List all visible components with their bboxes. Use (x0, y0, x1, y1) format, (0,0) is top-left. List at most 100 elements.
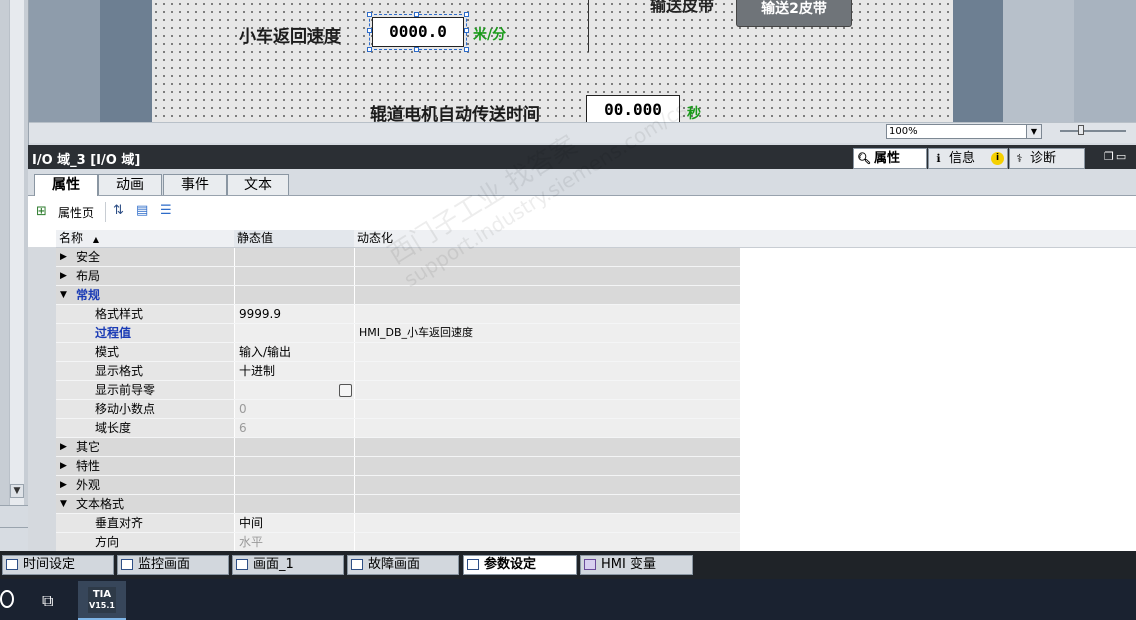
chevron-down-icon[interactable]: ▼ (10, 484, 24, 498)
property-row-format-pattern[interactable]: 格式样式 9999.9 (56, 305, 740, 324)
property-dynamization[interactable] (354, 362, 740, 380)
property-dynamization[interactable] (354, 343, 740, 361)
zoom-slider-track[interactable] (1060, 130, 1126, 132)
property-dynamization[interactable]: HMI_DB_小车返回速度 (354, 324, 740, 342)
column-header-name[interactable]: 名称 ▲ (56, 230, 234, 247)
tab-label: 诊断 (1030, 151, 1057, 166)
screen-icon (351, 559, 363, 570)
tab-diagnostics[interactable]: ⚕ 诊断 (1009, 148, 1085, 169)
zoom-select[interactable]: 100% ▼ (886, 124, 1042, 139)
left-scrollbar[interactable]: ▼ (9, 0, 24, 505)
property-row-vertical-alignment[interactable]: 垂直对齐 中间 (56, 514, 740, 533)
property-row-shift-decimal[interactable]: 移动小数点 0 (56, 400, 740, 419)
screen-tab-monitoring[interactable]: 监控画面 (117, 555, 229, 575)
sort-icon[interactable]: ⇅ (113, 203, 124, 218)
screen-tab-label: 故障画面 (368, 557, 421, 572)
roller-motor-time-io-field[interactable]: 00.000 (586, 95, 680, 124)
column-header-static-value[interactable]: 静态值 (234, 230, 354, 247)
screen-tab-fault[interactable]: 故障画面 (347, 555, 459, 575)
expand-all-icon[interactable]: ☰ (160, 203, 172, 218)
tab-label: 信息 (949, 151, 976, 166)
property-dynamization[interactable] (354, 533, 740, 551)
property-dynamization[interactable] (354, 400, 740, 418)
property-name: 常规 (76, 288, 101, 302)
subtab-animation[interactable]: 动画 (98, 174, 162, 195)
property-dynamization[interactable] (354, 305, 740, 323)
window-controls-icon[interactable]: ❐▭ (1104, 150, 1128, 163)
subtab-texts[interactable]: 文本 (227, 174, 289, 195)
property-value[interactable] (234, 324, 354, 342)
screen-tab-label: 监控画面 (138, 557, 191, 572)
screen-tab-label: 参数设定 (484, 557, 537, 572)
screen-tab-time-setting[interactable]: 时间设定 (2, 555, 114, 575)
expand-arrow-icon[interactable]: ▶ (60, 438, 67, 456)
property-name: 其它 (76, 440, 101, 454)
property-value[interactable]: 十进制 (234, 362, 354, 380)
inspector-title: I/O 域_3 [I/O 域] (32, 153, 141, 168)
property-name: 方向 (95, 535, 120, 549)
screen-tab-label: HMI 变量 (601, 557, 656, 572)
chevron-down-icon[interactable]: ▼ (1026, 125, 1041, 138)
toolbar-separator (105, 202, 106, 222)
property-dynamization[interactable] (354, 419, 740, 437)
expand-arrow-icon[interactable]: ▶ (60, 476, 67, 494)
subtab-events[interactable]: 事件 (163, 174, 227, 195)
search-icon[interactable] (0, 590, 14, 608)
property-row-field-length[interactable]: 域长度 6 (56, 419, 740, 438)
leading-zeros-checkbox[interactable] (339, 384, 352, 397)
property-name: 特性 (76, 459, 101, 473)
property-row-layout[interactable]: ▶ 布局 (56, 267, 740, 286)
property-page-label[interactable]: 属性页 (58, 204, 94, 221)
tab-properties[interactable]: 🔍︎ 属性 (853, 148, 927, 169)
property-name: 显示格式 (95, 364, 144, 378)
property-row-appearance[interactable]: ▶ 外观 (56, 476, 740, 495)
property-name: 布局 (76, 269, 101, 283)
property-value: 0 (234, 400, 354, 418)
property-name: 格式样式 (95, 307, 144, 321)
column-header-dynamization[interactable]: 动态化 (354, 230, 740, 247)
property-name: 模式 (95, 345, 120, 359)
screen-tab-screen-1[interactable]: 画面_1 (232, 555, 344, 575)
zoom-slider-thumb[interactable] (1078, 125, 1084, 135)
cart-return-speed-io-field[interactable]: 0000.0 (372, 17, 464, 47)
property-row-miscellaneous[interactable]: ▶ 其它 (56, 438, 740, 457)
collapse-all-icon[interactable]: ▤ (136, 203, 148, 218)
column-header-label: 名称 (59, 231, 84, 245)
property-value[interactable]: 输入/输出 (234, 343, 354, 361)
property-row-orientation[interactable]: 方向 水平 (56, 533, 740, 551)
property-row-properties[interactable]: ▶ 特性 (56, 457, 740, 476)
property-row-general[interactable]: ▼ 常规 (56, 286, 740, 305)
tia-portal-taskbar-button[interactable]: TIA V15.1 (78, 581, 126, 620)
collapse-arrow-icon[interactable]: ▼ (60, 495, 67, 513)
property-name: 过程值 (95, 326, 132, 340)
sort-ascending-icon: ▲ (92, 235, 99, 244)
conveyor-belt-label-partial: 输送皮带 (650, 0, 715, 15)
property-dynamization[interactable] (354, 514, 740, 532)
tab-info[interactable]: ℹ 信息 i (928, 148, 1008, 169)
property-value[interactable]: 9999.9 (234, 305, 354, 323)
editor-margin-right (953, 0, 1003, 122)
property-row-security[interactable]: ▶ 安全 (56, 248, 740, 267)
property-name: 文本格式 (76, 497, 125, 511)
tia-portal-logo: TIA V15.1 (88, 587, 116, 613)
collapse-arrow-icon[interactable]: ▼ (60, 286, 67, 304)
conveyor-2-belt-button[interactable]: 输送2皮带 (736, 0, 852, 27)
expand-arrow-icon[interactable]: ▶ (60, 267, 67, 285)
property-name: 安全 (76, 250, 101, 264)
property-row-display-format[interactable]: 显示格式 十进制 (56, 362, 740, 381)
property-page-icon[interactable]: ⊞ (36, 204, 52, 220)
task-view-icon[interactable]: ⧉ (42, 591, 53, 611)
screen-tab-parameter-setting[interactable]: 参数设定 (463, 555, 577, 575)
tia-logo-line2: V15.1 (89, 601, 115, 610)
property-row-process-value[interactable]: 过程值 HMI_DB_小车返回速度 (56, 324, 740, 343)
property-value[interactable] (234, 381, 354, 399)
subtab-properties[interactable]: 属性 (34, 174, 98, 196)
expand-arrow-icon[interactable]: ▶ (60, 248, 67, 266)
screen-tab-hmi-tags[interactable]: HMI 变量 (580, 555, 693, 575)
property-dynamization[interactable] (354, 381, 740, 399)
property-row-text-format[interactable]: ▼ 文本格式 (56, 495, 740, 514)
property-row-leading-zeros[interactable]: 显示前导零 (56, 381, 740, 400)
property-row-mode[interactable]: 模式 输入/输出 (56, 343, 740, 362)
expand-arrow-icon[interactable]: ▶ (60, 457, 67, 475)
property-value[interactable]: 中间 (234, 514, 354, 532)
